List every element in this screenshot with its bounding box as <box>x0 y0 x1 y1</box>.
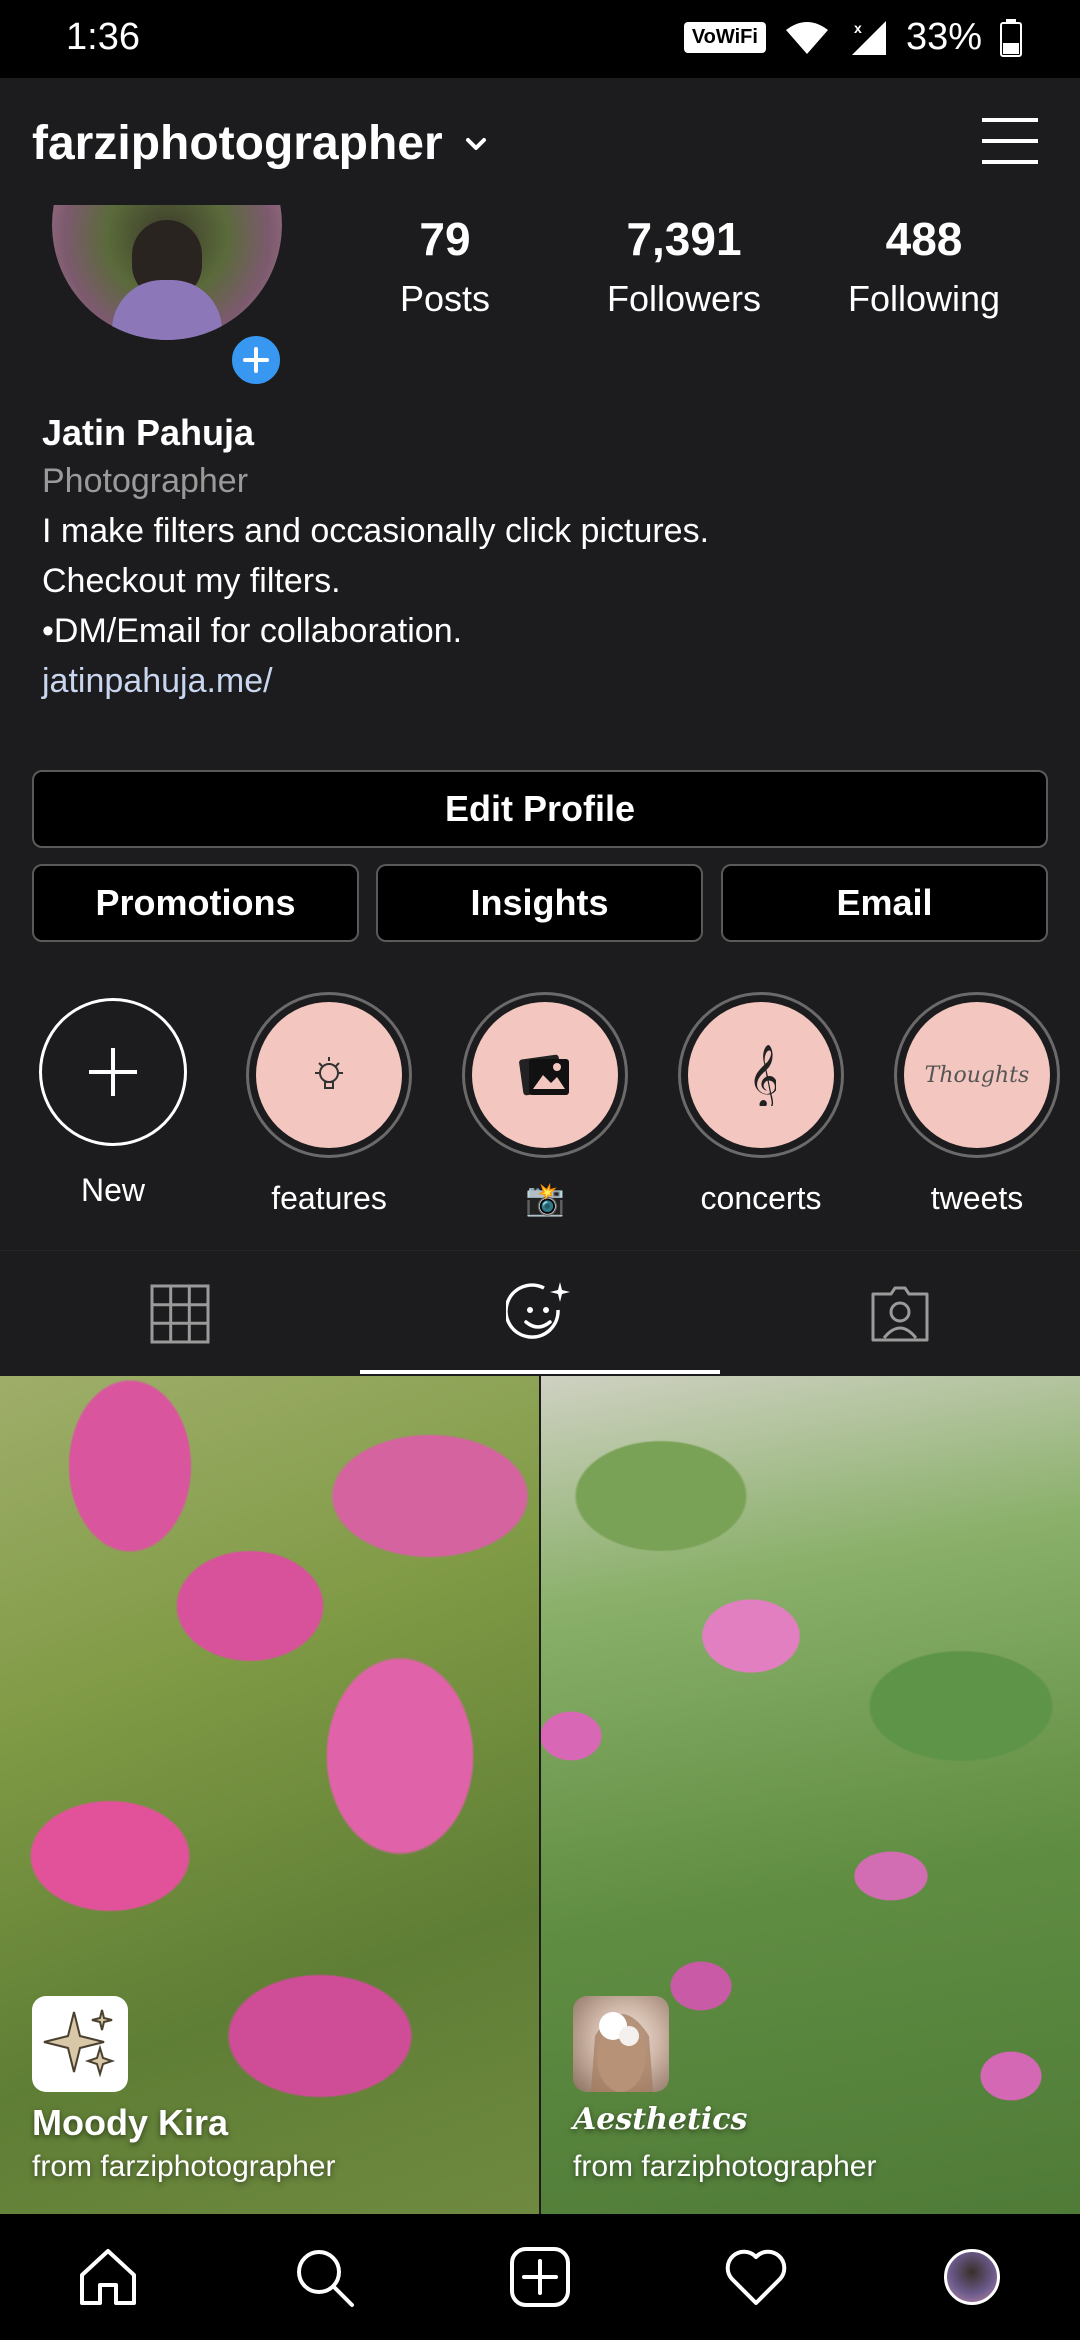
wifi-icon <box>785 21 828 54</box>
active-tab-indicator <box>360 1370 720 1374</box>
insights-button[interactable]: Insights <box>376 864 703 942</box>
following-stat[interactable]: 488 Following <box>809 212 1039 320</box>
effect-tile[interactable]: Moody Kira from farziphotographer <box>0 1376 539 2216</box>
profile-avatar[interactable] <box>52 205 282 340</box>
plus-icon <box>89 1048 137 1096</box>
highlight-new[interactable]: New <box>28 992 198 1209</box>
posts-count: 79 <box>419 213 471 265</box>
heart-icon <box>725 2249 787 2305</box>
effect-creator: from farziphotographer <box>573 2150 877 2183</box>
bio-line: I make filters and occasionally click pi… <box>42 512 710 550</box>
highlight-label: features <box>271 1180 387 1216</box>
nav-search[interactable] <box>216 2214 432 2340</box>
status-time: 1:36 <box>66 16 140 58</box>
bio-line: •DM/Email for collaboration. <box>42 612 463 650</box>
add-post-icon <box>510 2247 570 2307</box>
account-username[interactable]: farziphotographer <box>32 116 443 171</box>
profile-category: Photographer <box>42 462 249 500</box>
bio-line: Checkout my filters. <box>42 562 341 600</box>
highlight-cover <box>472 1002 618 1148</box>
effect-thumbnail <box>573 1996 669 2092</box>
status-icons: VoWiFi x 33% <box>683 16 1022 59</box>
avatar-image <box>52 205 282 340</box>
profile-avatar <box>944 2249 1000 2305</box>
bio-website-link[interactable]: jatinpahuja.me/ <box>42 662 273 701</box>
sparkle-icon <box>43 2009 116 2078</box>
followers-label: Followers <box>606 278 762 319</box>
highlight-ring <box>462 992 628 1158</box>
highlight-ring <box>246 992 412 1158</box>
email-button[interactable]: Email <box>721 864 1048 942</box>
highlight-features[interactable]: features <box>244 992 414 1217</box>
profile-header: farziphotographer <box>0 78 1080 208</box>
followers-count: 7,391 <box>626 213 742 265</box>
highlight-label: New <box>80 1172 145 1208</box>
add-story-button[interactable] <box>226 330 286 390</box>
highlight-label: 📸 <box>525 1181 565 1217</box>
chevron-down-icon[interactable] <box>460 128 492 160</box>
nav-new-post[interactable] <box>432 2214 648 2340</box>
effect-name: Aesthetics <box>573 2102 748 2137</box>
highlight-concerts[interactable]: 𝄞 concerts <box>676 992 846 1217</box>
highlight-tweets[interactable]: Thoughts tweets <box>892 992 1062 1217</box>
search-icon <box>297 2250 354 2307</box>
highlight-label: concerts <box>700 1180 822 1216</box>
highlight-label: tweets <box>930 1180 1024 1216</box>
effect-name: Moody Kira <box>32 2102 229 2143</box>
highlight-photos[interactable]: 📸 <box>460 992 630 1218</box>
portrait-photo <box>591 2012 653 2092</box>
battery-percent: 33% <box>905 16 982 58</box>
lightbulb-icon <box>315 1057 343 1089</box>
cellular-signal-icon: x <box>851 20 886 55</box>
posts-stat[interactable]: 79 Posts <box>330 212 560 320</box>
profile-tabs <box>0 1250 1080 1376</box>
following-label: Following <box>847 278 1001 319</box>
nav-activity[interactable] <box>648 2214 864 2340</box>
status-bar: 1:36 VoWiFi x 33% <box>0 0 1080 78</box>
tab-grid[interactable] <box>0 1251 360 1377</box>
bottom-navigation <box>0 2214 1080 2340</box>
effect-thumbnail <box>32 1996 128 2092</box>
highlight-new-ring <box>39 998 187 1146</box>
promotions-button[interactable]: Promotions <box>32 864 359 942</box>
menu-icon[interactable] <box>982 116 1038 166</box>
edit-profile-button[interactable]: Edit Profile <box>32 770 1048 848</box>
effect-tile[interactable]: Aesthetics from farziphotographer <box>541 1376 1080 2216</box>
tab-effects[interactable] <box>360 1251 720 1377</box>
followers-stat[interactable]: 7,391 Followers <box>569 212 799 320</box>
posts-label: Posts <box>399 278 491 319</box>
svg-text:𝄞: 𝄞 <box>748 1044 776 1106</box>
vowifi-badge: VoWiFi <box>683 22 766 53</box>
plus-icon <box>243 347 269 373</box>
effect-creator: from farziphotographer <box>32 2150 336 2183</box>
photos-icon <box>519 1054 569 1096</box>
home-icon <box>80 2249 136 2305</box>
highlight-cover <box>256 1002 402 1148</box>
thoughts-script-icon: Thoughts <box>924 1062 1030 1088</box>
highlight-ring: 𝄞 <box>678 992 844 1158</box>
nav-profile[interactable] <box>864 2214 1080 2340</box>
tab-tagged[interactable] <box>720 1251 1080 1377</box>
nav-home[interactable] <box>0 2214 216 2340</box>
battery-icon <box>1000 18 1022 57</box>
effects-face-icon <box>506 1282 570 1339</box>
tagged-person-icon <box>871 1286 929 1342</box>
treble-clef-icon: 𝄞 <box>748 1044 776 1106</box>
full-name: Jatin Pahuja <box>42 412 255 453</box>
svg-text:x: x <box>854 20 862 36</box>
highlight-cover: Thoughts <box>904 1002 1050 1148</box>
grid-icon <box>150 1284 210 1344</box>
highlight-ring: Thoughts <box>894 992 1060 1158</box>
highlight-cover: 𝄞 <box>688 1002 834 1148</box>
following-count: 488 <box>885 213 963 265</box>
